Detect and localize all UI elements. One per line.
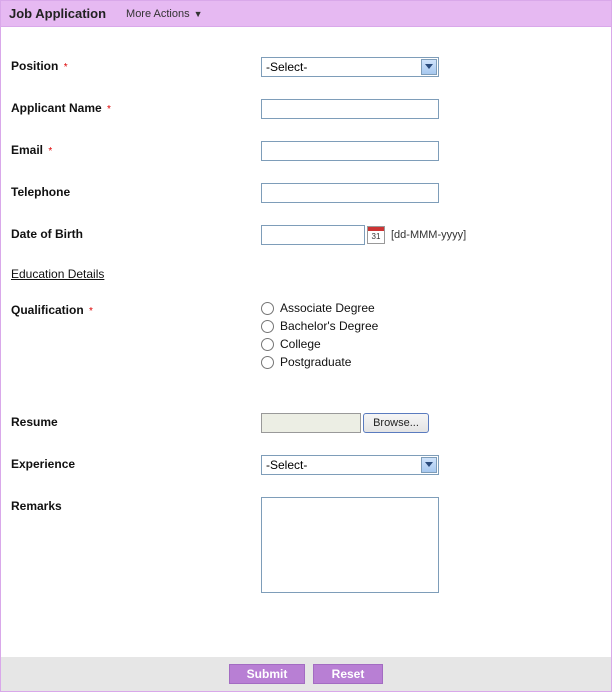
row-remarks: Remarks <box>11 497 601 596</box>
label-applicant-name: Applicant Name * <box>11 99 261 119</box>
row-telephone: Telephone <box>11 183 601 203</box>
label-email: Email * <box>11 141 261 161</box>
chevron-down-icon <box>421 457 437 473</box>
row-resume: Resume Browse... <box>11 413 601 433</box>
row-experience: Experience -Select- <box>11 455 601 475</box>
chevron-down-icon <box>421 59 437 75</box>
submit-button[interactable]: Submit <box>229 664 305 684</box>
radio-input[interactable] <box>261 338 274 351</box>
row-dob: Date of Birth 31 [dd-MMM-yyyy] <box>11 225 601 245</box>
form-header: Job Application More Actions ▼ <box>1 1 611 27</box>
row-email: Email * <box>11 141 601 161</box>
education-details-heading: Education Details <box>11 267 601 281</box>
email-field[interactable] <box>261 141 439 161</box>
dob-field[interactable] <box>261 225 365 245</box>
row-position: Position * -Select- <box>11 57 601 77</box>
form-footer: Submit Reset <box>1 657 611 691</box>
label-dob: Date of Birth <box>11 225 261 243</box>
reset-button[interactable]: Reset <box>313 664 383 684</box>
radio-input[interactable] <box>261 356 274 369</box>
required-mark: * <box>64 62 68 73</box>
experience-select[interactable]: -Select- <box>261 455 439 475</box>
radio-input[interactable] <box>261 302 274 315</box>
position-select-value: -Select- <box>262 60 421 74</box>
applicant-name-field[interactable] <box>261 99 439 119</box>
calendar-icon[interactable]: 31 <box>367 226 385 244</box>
form-body: Position * -Select- Applicant Name * <box>1 27 611 628</box>
radio-input[interactable] <box>261 320 274 333</box>
telephone-field[interactable] <box>261 183 439 203</box>
browse-button[interactable]: Browse... <box>363 413 429 433</box>
remarks-field[interactable] <box>261 497 439 593</box>
more-actions-label: More Actions <box>126 8 190 20</box>
qualification-option-associate[interactable]: Associate Degree <box>261 301 601 315</box>
qualification-option-postgraduate[interactable]: Postgraduate <box>261 355 601 369</box>
page-title: Job Application <box>9 6 106 21</box>
row-applicant-name: Applicant Name * <box>11 99 601 119</box>
qualification-option-college[interactable]: College <box>261 337 601 351</box>
label-position: Position * <box>11 57 261 77</box>
job-application-form: Job Application More Actions ▼ Position … <box>0 0 612 692</box>
resume-file-display <box>261 413 361 433</box>
dropdown-arrow-icon: ▼ <box>194 9 203 19</box>
label-qualification: Qualification * <box>11 301 261 321</box>
position-select[interactable]: -Select- <box>261 57 439 77</box>
label-resume: Resume <box>11 413 261 431</box>
required-mark: * <box>89 306 93 317</box>
label-experience: Experience <box>11 455 261 473</box>
required-mark: * <box>107 104 111 115</box>
experience-select-value: -Select- <box>262 458 421 472</box>
date-format-hint: [dd-MMM-yyyy] <box>391 229 466 241</box>
row-qualification: Qualification * Associate Degree Bachelo… <box>11 301 601 373</box>
more-actions-menu[interactable]: More Actions ▼ <box>126 8 203 20</box>
label-telephone: Telephone <box>11 183 261 201</box>
qualification-option-bachelor[interactable]: Bachelor's Degree <box>261 319 601 333</box>
label-remarks: Remarks <box>11 497 261 515</box>
required-mark: * <box>48 146 52 157</box>
